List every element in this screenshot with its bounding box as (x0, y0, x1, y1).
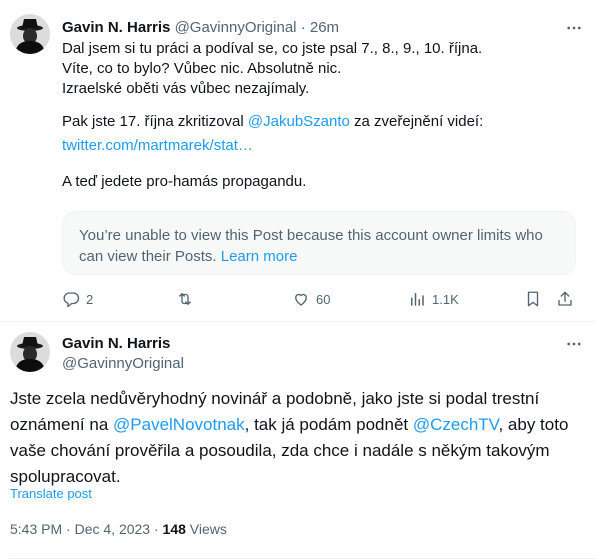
post-text: Dal jsem si tu práci a podíval se, co js… (62, 39, 582, 192)
views-count: 148 (162, 521, 186, 537)
avatar[interactable] (10, 332, 50, 372)
like-button[interactable]: 60 (292, 288, 330, 310)
text-fragment: Pak jste 17. října zkritizoval (62, 113, 248, 130)
more-icon[interactable] (564, 18, 584, 38)
reply-icon (63, 292, 80, 308)
text-line: Víte, co to bylo? Vůbec nic. Absolutně n… (62, 60, 342, 77)
text-line: Izraelské oběti vás vůbec nezajímaly. (62, 80, 310, 97)
post-time[interactable]: 5:43 PM (10, 521, 62, 537)
reply-button[interactable]: 2 (62, 288, 93, 310)
author-name[interactable]: Gavin N. Harris (62, 19, 170, 36)
bookmark-button[interactable] (524, 288, 542, 310)
reply-post[interactable]: Gavin N. Harris @GavinnyOriginal · 26m D… (0, 0, 596, 322)
post-meta: 5:43 PM · Dec 4, 2023 · 148 Views (10, 520, 227, 538)
like-count: 60 (316, 291, 331, 307)
separator-dot: · (66, 521, 71, 537)
views-button[interactable]: 1.1K (408, 288, 459, 310)
main-post: Gavin N. Harris @GavinnyOriginal Jste zc… (0, 322, 596, 559)
text-line: Dal jsem si tu práci a podíval se, co js… (62, 40, 483, 57)
mention-link[interactable]: @JakubSzanto (248, 113, 350, 130)
separator-dot: · (153, 521, 159, 537)
text-fragment: za zveřejnění videí: (349, 113, 484, 130)
share-button[interactable] (556, 288, 574, 310)
mention-link[interactable]: @PavelNovotnak (113, 415, 245, 434)
post-header: Gavin N. Harris @GavinnyOriginal · 26m (62, 18, 339, 38)
retweet-button[interactable] (176, 288, 200, 310)
text-fragment: , tak já podám podnět (244, 415, 413, 434)
text-line: A teď jedete pro-hamás propagandu. (62, 173, 307, 190)
like-icon (295, 293, 307, 306)
author-handle[interactable]: @GavinnyOriginal (62, 354, 184, 374)
avatar[interactable] (10, 14, 50, 54)
notice-text: You’re unable to view this Post because … (79, 227, 543, 265)
retweet-icon (179, 293, 191, 305)
url-link[interactable]: twitter.com/martmarek/stat… (62, 137, 253, 154)
translate-post-link[interactable]: Translate post (10, 486, 92, 501)
author-name[interactable]: Gavin N. Harris (62, 334, 170, 354)
views-icon (411, 293, 424, 306)
bookmark-icon (527, 291, 539, 307)
avatar-icon (10, 14, 50, 54)
learn-more-link[interactable]: Learn more (221, 248, 298, 265)
separator-dot: · (300, 19, 306, 36)
views-count: 1.1K (432, 291, 459, 307)
post-time[interactable]: 26m (310, 19, 339, 36)
avatar-icon (10, 332, 50, 372)
views-label: Views (189, 521, 227, 537)
mention-link[interactable]: @CzechTV (413, 415, 499, 434)
text-line: Pak jste 17. října zkritizoval @JakubSza… (62, 112, 582, 132)
reply-count: 2 (86, 291, 94, 307)
post-date[interactable]: Dec 4, 2023 (75, 521, 151, 537)
action-bar: 2 60 1.1K (62, 288, 582, 310)
author-handle[interactable]: @GavinnyOriginal (175, 19, 297, 36)
unavailable-quote-notice: You’re unable to view this Post because … (62, 211, 576, 275)
post-text: Jste zcela nedůvěryhodný novinář a podob… (10, 386, 580, 490)
more-icon[interactable] (564, 334, 584, 354)
share-icon (558, 291, 572, 306)
